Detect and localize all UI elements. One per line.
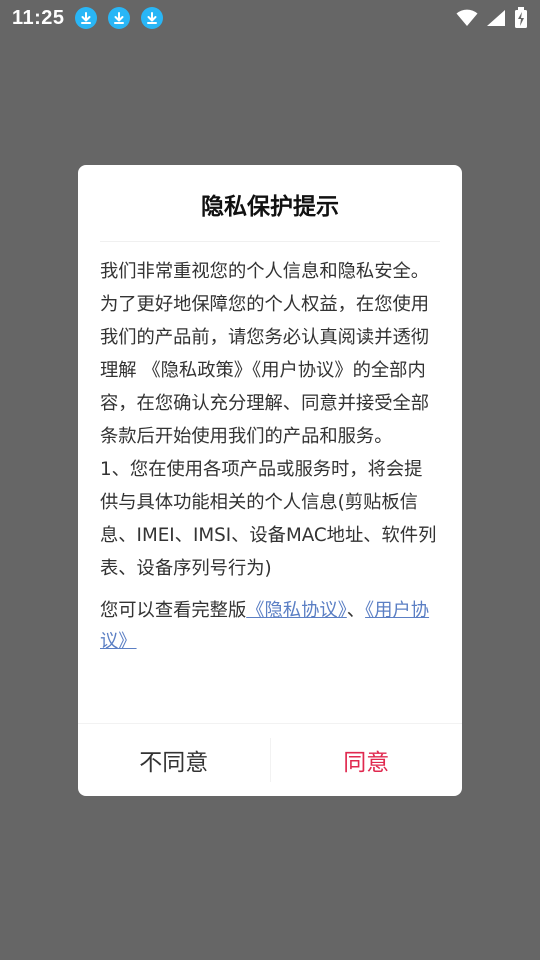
status-bar: 11:25 bbox=[0, 0, 540, 36]
dialog-footer: 不同意 同意 bbox=[78, 724, 462, 796]
agreement-links-line: 您可以查看完整版《隐私协议》、《用户协议》 bbox=[100, 595, 440, 657]
permissions-paragraph: 1、您在使用各项产品或服务时，将会提供与具体功能相关的个人信息(剪贴板信息、IM… bbox=[100, 459, 437, 579]
privacy-paragraph: 我们非常重视您的个人信息和隐私安全。为了更好地保障您的个人权益，在您使用我们的产… bbox=[100, 261, 430, 447]
dialog-title: 隐私保护提示 bbox=[201, 194, 339, 220]
disagree-button[interactable]: 不同意 bbox=[78, 724, 270, 796]
title-divider bbox=[100, 241, 440, 242]
download-icon bbox=[107, 7, 130, 29]
privacy-agreement-link[interactable]: 《隐私协议》 bbox=[246, 600, 347, 621]
agree-button[interactable]: 同意 bbox=[271, 724, 463, 796]
battery-charging-icon bbox=[514, 7, 528, 29]
cell-signal-icon bbox=[486, 9, 506, 27]
privacy-dialog: 隐私保护提示 我们非常重视您的个人信息和隐私安全。为了更好地保障您的个人权益，在… bbox=[78, 165, 462, 796]
links-separator: 、 bbox=[346, 600, 366, 621]
status-icons bbox=[448, 7, 528, 29]
wifi-icon bbox=[456, 9, 478, 27]
dialog-body: 我们非常重视您的个人信息和隐私安全。为了更好地保障您的个人权益，在您使用我们的产… bbox=[100, 255, 440, 657]
download-icon bbox=[74, 7, 97, 29]
download-icon bbox=[140, 7, 163, 29]
links-prefix: 您可以查看完整版 bbox=[100, 600, 247, 621]
status-time: 11:25 bbox=[12, 6, 65, 29]
